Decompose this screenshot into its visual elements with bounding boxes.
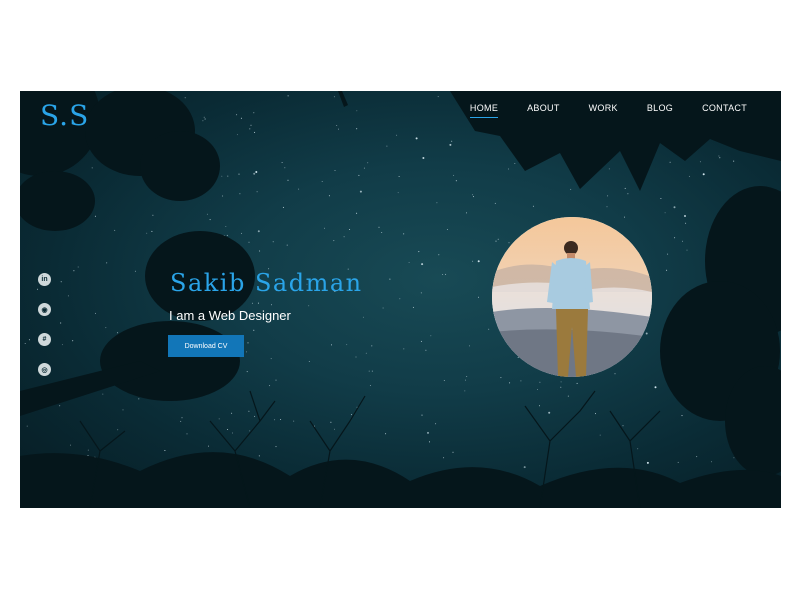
site-logo[interactable]: S.S <box>40 99 89 132</box>
nav-contact[interactable]: CONTACT <box>702 103 747 118</box>
main-nav: HOME ABOUT WORK BLOG CONTACT <box>441 103 747 118</box>
hero-section: S.S HOME ABOUT WORK BLOG CONTACT in ◉ # … <box>20 91 781 508</box>
tree-silhouettes <box>20 91 781 508</box>
nav-about[interactable]: ABOUT <box>527 103 560 118</box>
github-icon[interactable]: ◉ <box>38 303 51 316</box>
linkedin-icon[interactable]: in <box>38 273 51 286</box>
instagram-icon[interactable]: ◎ <box>38 363 51 376</box>
download-cv-button[interactable]: Download CV <box>168 335 244 357</box>
nav-blog[interactable]: BLOG <box>647 103 673 118</box>
social-links: in ◉ # ◎ <box>38 273 51 393</box>
hero-subtitle: I am a Web Designer <box>169 308 291 323</box>
profile-photo <box>492 217 652 377</box>
nav-home[interactable]: HOME <box>469 103 499 118</box>
hash-icon[interactable]: # <box>38 333 51 346</box>
hero-name: Sakib Sadman <box>170 269 363 297</box>
nav-work[interactable]: WORK <box>589 103 618 118</box>
